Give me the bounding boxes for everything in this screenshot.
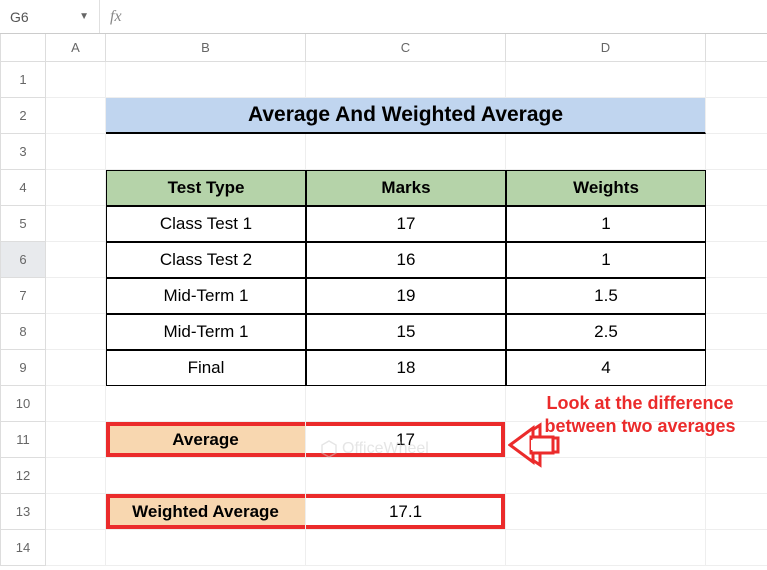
cell-a6[interactable] — [46, 242, 106, 278]
table-cell[interactable]: 17 — [306, 206, 506, 242]
cell-d14[interactable] — [506, 530, 706, 566]
header-weights[interactable]: Weights — [506, 170, 706, 206]
cell-a2[interactable] — [46, 98, 106, 134]
fx-icon: fx — [110, 8, 122, 26]
cell-d13[interactable] — [506, 494, 706, 530]
table-cell[interactable]: 2.5 — [506, 314, 706, 350]
callout-text: Look at the difference between two avera… — [540, 392, 740, 439]
cell-a3[interactable] — [46, 134, 106, 170]
name-box-value: G6 — [10, 9, 29, 25]
table-cell[interactable]: Mid-Term 1 — [106, 278, 306, 314]
cell-e12[interactable] — [706, 458, 767, 494]
table-cell[interactable]: Final — [106, 350, 306, 386]
row-header-10[interactable]: 10 — [1, 386, 46, 422]
cell-e14[interactable] — [706, 530, 767, 566]
dropdown-icon: ▼ — [79, 11, 89, 22]
cell-e5[interactable] — [706, 206, 767, 242]
cell-a12[interactable] — [46, 458, 106, 494]
weighted-average-label[interactable]: Weighted Average — [106, 494, 306, 530]
row-header-7[interactable]: 7 — [1, 278, 46, 314]
cell-d3[interactable] — [506, 134, 706, 170]
average-label[interactable]: Average — [106, 422, 306, 458]
table-cell[interactable]: 1 — [506, 242, 706, 278]
cell-a11[interactable] — [46, 422, 106, 458]
spreadsheet-grid: A B C D 1 2 Average And Weighted Average… — [0, 34, 767, 566]
cell-d1[interactable] — [506, 62, 706, 98]
table-cell[interactable]: 18 — [306, 350, 506, 386]
table-cell[interactable]: 15 — [306, 314, 506, 350]
cell-e8[interactable] — [706, 314, 767, 350]
table-cell[interactable]: 1.5 — [506, 278, 706, 314]
cell-c1[interactable] — [306, 62, 506, 98]
cell-c14[interactable] — [306, 530, 506, 566]
cell-e7[interactable] — [706, 278, 767, 314]
row-header-12[interactable]: 12 — [1, 458, 46, 494]
cell-a8[interactable] — [46, 314, 106, 350]
cell-a1[interactable] — [46, 62, 106, 98]
cell-a4[interactable] — [46, 170, 106, 206]
cell-a7[interactable] — [46, 278, 106, 314]
watermark-icon — [320, 440, 338, 458]
row-header-8[interactable]: 8 — [1, 314, 46, 350]
col-header-extra[interactable] — [706, 34, 767, 62]
cell-e1[interactable] — [706, 62, 767, 98]
row-header-13[interactable]: 13 — [1, 494, 46, 530]
cell-c10[interactable] — [306, 386, 506, 422]
table-cell[interactable]: 16 — [306, 242, 506, 278]
header-marks[interactable]: Marks — [306, 170, 506, 206]
cell-a10[interactable] — [46, 386, 106, 422]
row-header-4[interactable]: 4 — [1, 170, 46, 206]
table-cell[interactable]: 19 — [306, 278, 506, 314]
row-header-5[interactable]: 5 — [1, 206, 46, 242]
cell-e13[interactable] — [706, 494, 767, 530]
row-header-2[interactable]: 2 — [1, 98, 46, 134]
table-cell[interactable]: Class Test 2 — [106, 242, 306, 278]
cell-b12[interactable] — [106, 458, 306, 494]
cell-b1[interactable] — [106, 62, 306, 98]
col-header-a[interactable]: A — [46, 34, 106, 62]
table-cell[interactable]: Class Test 1 — [106, 206, 306, 242]
col-header-c[interactable]: C — [306, 34, 506, 62]
header-test-type[interactable]: Test Type — [106, 170, 306, 206]
title-cell[interactable]: Average And Weighted Average — [106, 98, 706, 134]
watermark: OfficeWheel — [320, 440, 429, 458]
cell-e4[interactable] — [706, 170, 767, 206]
row-header-6[interactable]: 6 — [1, 242, 46, 278]
title-text: Average And Weighted Average — [106, 103, 705, 127]
table-cell[interactable]: Mid-Term 1 — [106, 314, 306, 350]
fx-area[interactable]: fx — [100, 0, 132, 33]
cell-b10[interactable] — [106, 386, 306, 422]
name-box[interactable]: G6 ▼ — [0, 0, 100, 33]
cell-e9[interactable] — [706, 350, 767, 386]
select-all-corner[interactable] — [1, 34, 46, 62]
cell-e6[interactable] — [706, 242, 767, 278]
col-header-d[interactable]: D — [506, 34, 706, 62]
weighted-average-value[interactable]: 17.1 — [306, 494, 506, 530]
table-cell[interactable]: 4 — [506, 350, 706, 386]
col-header-b[interactable]: B — [106, 34, 306, 62]
row-header-11[interactable]: 11 — [1, 422, 46, 458]
row-header-9[interactable]: 9 — [1, 350, 46, 386]
cell-a13[interactable] — [46, 494, 106, 530]
formula-bar: G6 ▼ fx — [0, 0, 767, 34]
cell-b14[interactable] — [106, 530, 306, 566]
cell-e2[interactable] — [706, 98, 767, 134]
row-header-1[interactable]: 1 — [1, 62, 46, 98]
row-header-3[interactable]: 3 — [1, 134, 46, 170]
cell-c12[interactable] — [306, 458, 506, 494]
row-header-14[interactable]: 14 — [1, 530, 46, 566]
cell-a5[interactable] — [46, 206, 106, 242]
cell-a14[interactable] — [46, 530, 106, 566]
cell-c3[interactable] — [306, 134, 506, 170]
cell-a9[interactable] — [46, 350, 106, 386]
cell-b3[interactable] — [106, 134, 306, 170]
watermark-text: OfficeWheel — [342, 440, 429, 458]
cell-e3[interactable] — [706, 134, 767, 170]
table-cell[interactable]: 1 — [506, 206, 706, 242]
